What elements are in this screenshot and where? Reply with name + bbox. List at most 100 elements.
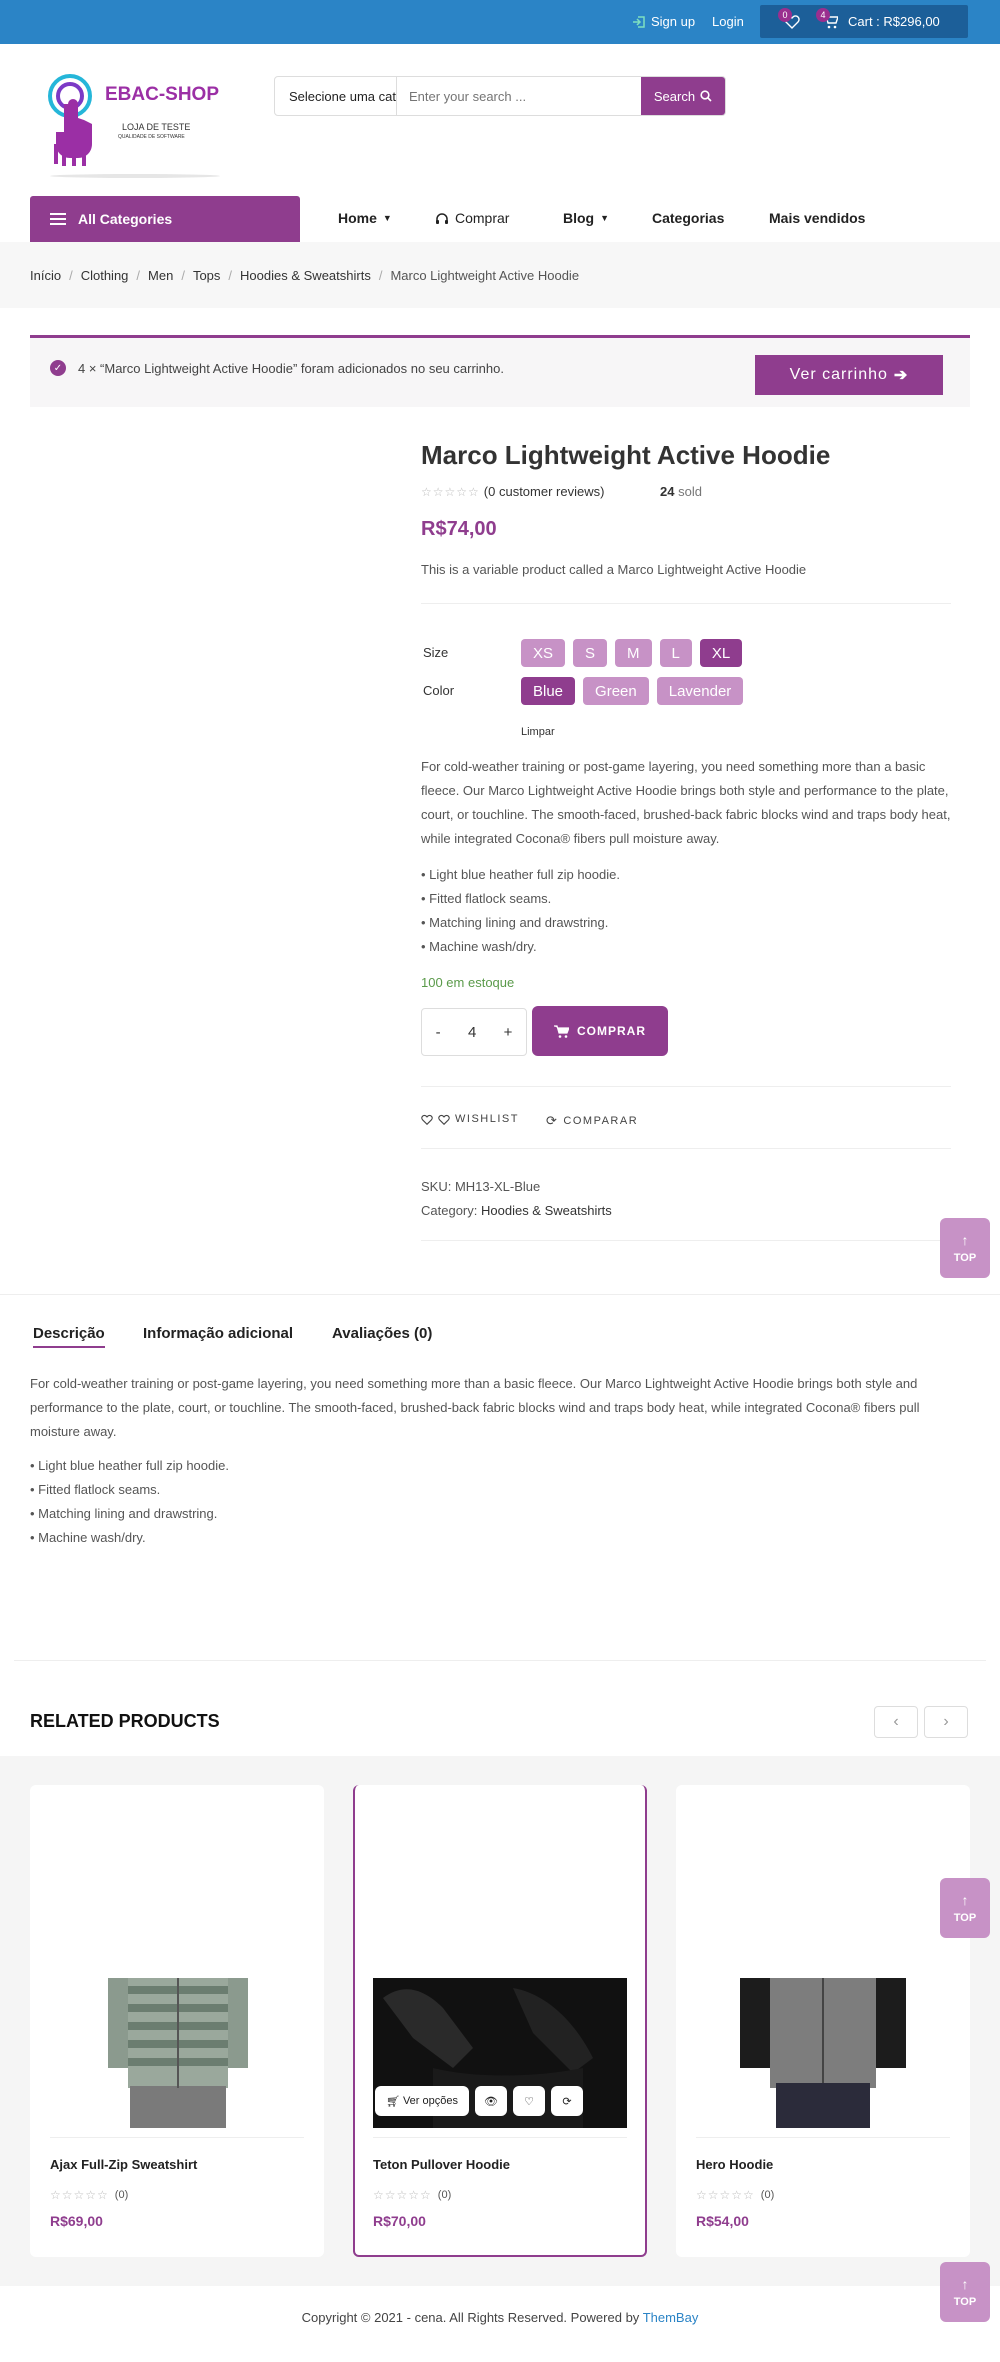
signup-link[interactable]: Sign up xyxy=(632,14,695,29)
color-options: Blue Green Lavender xyxy=(521,677,744,705)
signup-icon xyxy=(633,15,645,28)
nav-comprar-label: Comprar xyxy=(455,210,510,226)
size-xl[interactable]: XL xyxy=(699,639,743,667)
product-rating: ☆☆☆☆☆ (0) xyxy=(373,2188,451,2202)
product-price: R$69,00 xyxy=(50,2213,103,2229)
divider xyxy=(421,1148,951,1149)
view-options-button[interactable]: 🛒︎ Ver opções xyxy=(375,2086,469,2116)
caret-down-icon: ▼ xyxy=(600,213,610,223)
breadcrumb-inicio[interactable]: Início xyxy=(30,268,61,283)
arrow-up-icon: ↑ xyxy=(961,1232,969,1248)
login-link[interactable]: Login xyxy=(712,14,744,29)
cart-link[interactable]: Cart : R$296,00 xyxy=(848,14,940,29)
all-categories-label: All Categories xyxy=(78,211,173,227)
related-products-title: RELATED PRODUCTS xyxy=(30,1711,220,1731)
breadcrumb-separator: / xyxy=(378,268,383,283)
size-s[interactable]: S xyxy=(573,639,608,667)
search-category-select[interactable]: Selecione uma cat xyxy=(275,77,397,115)
themebay-link[interactable]: ThemBay xyxy=(643,2310,699,2325)
size-xs[interactable]: XS xyxy=(521,639,566,667)
back-to-top-button[interactable]: ↑ TOP xyxy=(940,1878,990,1938)
quick-view-button[interactable]: 👁︎ xyxy=(475,2086,507,2116)
nav-comprar[interactable]: Comprar xyxy=(435,210,509,226)
product-name[interactable]: Teton Pullover Hoodie xyxy=(373,2157,510,2172)
compare-label: COMPARAR xyxy=(563,1115,639,1127)
top-label: TOP xyxy=(953,1912,977,1924)
divider xyxy=(373,2137,627,2138)
divider xyxy=(421,1240,951,1241)
add-wishlist-button[interactable]: ♡ xyxy=(513,2086,545,2116)
clear-selection-link[interactable]: Limpar xyxy=(521,726,555,738)
add-to-cart-label: COMPRAR xyxy=(577,1024,646,1038)
view-options-label: Ver opções xyxy=(402,2095,458,2107)
carousel-prev-button[interactable]: ‹ xyxy=(874,1706,918,1738)
breadcrumb: Início / Clothing / Men / Tops / Hoodies & S… xyxy=(30,268,579,283)
check-circle-icon: ✓ xyxy=(50,360,66,376)
product-image xyxy=(740,1978,906,2128)
add-to-cart-button[interactable]: COMPRAR xyxy=(532,1006,668,1056)
nav-mais-vendidos[interactable]: Mais vendidos xyxy=(769,210,865,226)
review-count: (0) xyxy=(114,2189,129,2201)
view-cart-button[interactable]: Ver carrinho ➔ xyxy=(755,355,943,395)
heart-icon xyxy=(421,1114,433,1125)
logo-subtitle: LOJA DE TESTE xyxy=(122,122,191,132)
wishlist-button[interactable]: WISHLIST xyxy=(421,1113,519,1125)
rating-stars: ☆☆☆☆☆ xyxy=(373,2188,432,2202)
size-label: Size xyxy=(423,645,449,660)
tab-avaliacoes[interactable]: Avaliações (0) xyxy=(332,1325,432,1342)
breadcrumb-hoodies[interactable]: Hoodies & Sweatshirts xyxy=(240,268,371,283)
all-categories-button[interactable]: All Categories xyxy=(30,196,300,242)
search-button[interactable]: Search xyxy=(641,77,725,115)
feature-item: • Machine wash/dry. xyxy=(421,939,537,954)
product-card[interactable]: 🛒︎ Ver opções 👁︎ ♡ ⟳ Teton Pullover Hood… xyxy=(353,1785,647,2257)
caret-down-icon: ▼ xyxy=(382,213,392,223)
product-description: For cold-weather training or post-game l… xyxy=(421,759,951,846)
carousel-next-button[interactable]: › xyxy=(924,1706,968,1738)
breadcrumb-men[interactable]: Men xyxy=(148,268,173,283)
product-card[interactable]: Hero Hoodie ☆☆☆☆☆ (0) R$54,00 xyxy=(676,1785,970,2257)
color-blue[interactable]: Blue xyxy=(521,677,576,705)
qty-input[interactable]: 4 xyxy=(468,1024,476,1041)
logo-hand-icon xyxy=(48,74,92,166)
search-input[interactable] xyxy=(397,77,641,115)
nav-home[interactable]: Home ▼ xyxy=(338,210,392,226)
size-m[interactable]: M xyxy=(615,639,652,667)
nav-home-label: Home xyxy=(338,210,377,226)
compare-button[interactable]: ⟳ xyxy=(551,2086,583,2116)
nav-blog[interactable]: Blog ▼ xyxy=(563,210,609,226)
feature-item: • Fitted flatlock seams. xyxy=(30,1482,161,1497)
product-card[interactable]: Ajax Full-Zip Sweatshirt ☆☆☆☆☆ (0) R$69,0… xyxy=(30,1785,324,2257)
tab-informacao-adicional[interactable]: Informação adicional xyxy=(143,1325,293,1342)
color-green[interactable]: Green xyxy=(583,677,649,705)
qty-plus-button[interactable]: + xyxy=(504,1024,513,1041)
product-image xyxy=(100,1978,254,2128)
category-link[interactable]: Hoodies & Sweatshirts xyxy=(481,1203,612,1218)
reviews-link[interactable]: (0 customer reviews) xyxy=(484,484,605,499)
product-name[interactable]: Ajax Full-Zip Sweatshirt xyxy=(50,2157,197,2172)
product-price: R$70,00 xyxy=(373,2213,426,2229)
size-l[interactable]: L xyxy=(659,639,692,667)
eye-icon: 👁︎ xyxy=(484,2095,498,2108)
product-name[interactable]: Hero Hoodie xyxy=(696,2157,773,2172)
color-lavender[interactable]: Lavender xyxy=(656,677,744,705)
qty-minus-button[interactable]: - xyxy=(436,1024,441,1041)
breadcrumb-tops[interactable]: Tops xyxy=(193,268,220,283)
arrow-up-icon: ↑ xyxy=(961,2276,969,2292)
short-description: This is a variable product called a Marc… xyxy=(421,562,807,577)
signup-label: Sign up xyxy=(651,14,696,29)
refresh-icon: ⟳ xyxy=(546,1113,559,1128)
nav-categorias[interactable]: Categorias xyxy=(652,210,724,226)
divider xyxy=(421,603,951,604)
top-bar: Sign up Login 0 4 Cart : R$296,00 xyxy=(0,0,1000,44)
compare-button[interactable]: ⟳ COMPARAR xyxy=(546,1113,638,1129)
back-to-top-button[interactable]: ↑ TOP xyxy=(940,1218,990,1278)
site-logo[interactable]: EBAC-SHOP LOJA DE TESTE QUALIDADE DE SOF… xyxy=(40,70,230,180)
divider xyxy=(696,2137,950,2138)
notice-message: 4 × “Marco Lightweight Active Hoodie” fo… xyxy=(78,361,504,376)
breadcrumb-separator: / xyxy=(136,268,141,283)
breadcrumb-clothing[interactable]: Clothing xyxy=(81,268,129,283)
rating-stars: ☆☆☆☆☆ xyxy=(421,484,480,499)
feature-list: • Light blue heather full zip hoodie. • … xyxy=(421,863,620,959)
review-count: (0) xyxy=(437,2189,452,2201)
tab-descricao[interactable]: Descrição xyxy=(33,1325,105,1348)
